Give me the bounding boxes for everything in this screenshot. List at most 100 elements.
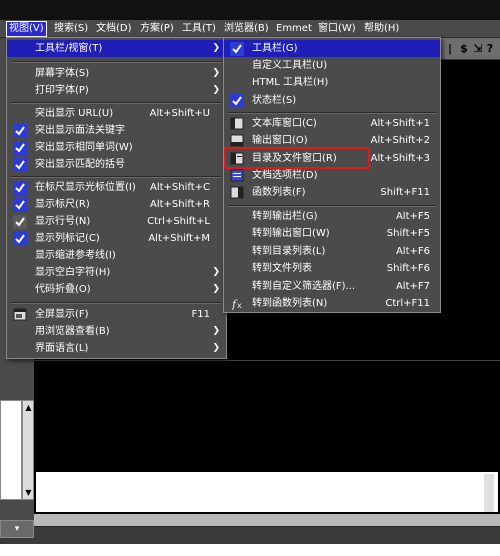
checkmark-icon bbox=[230, 42, 244, 56]
toolbar-item-status-bar[interactable]: 状态栏(S) bbox=[224, 92, 440, 109]
view-menu-item-highlight-syntax[interactable]: 突出显示面法关键字 bbox=[7, 122, 226, 139]
menu-separator bbox=[228, 112, 436, 114]
menu-item-label: 自定义工具栏(U) bbox=[252, 60, 328, 71]
menu-item-label: HTML 工具栏(H) bbox=[252, 77, 329, 88]
toolbar-item-toolbar[interactable]: 工具栏(G) bbox=[224, 40, 440, 57]
menu-item-label: 转到输出窗口(W) bbox=[252, 228, 330, 239]
toolbar-item-goto-function-list[interactable]: fx 转到函数列表(N) Ctrl+F11 bbox=[224, 295, 440, 312]
menu-item-shortcut: Alt+Shift+U bbox=[149, 108, 210, 119]
toolbar-item-goto-output-bar[interactable]: 转到输出栏(G) Alt+F5 bbox=[224, 208, 440, 225]
checkmark-icon bbox=[13, 215, 27, 229]
left-bottom-button[interactable]: ▾ bbox=[0, 520, 34, 538]
cursor-mark-icon[interactable]: | bbox=[444, 42, 456, 56]
menu-item-label: 打印字体(P) bbox=[35, 85, 89, 96]
toolbar-item-html-toolbar[interactable]: HTML 工具栏(H) bbox=[224, 74, 440, 91]
output-scrollbar[interactable] bbox=[484, 474, 494, 512]
menu-item-label: 突出显示匹配的括号 bbox=[35, 159, 125, 170]
menu-item-label: 函数列表(F) bbox=[252, 187, 306, 198]
checkmark-icon bbox=[13, 158, 27, 172]
menu-view[interactable]: 视图(V) bbox=[6, 21, 47, 37]
menu-item-shortcut: F11 bbox=[191, 309, 210, 320]
menu-browser[interactable]: 浏览器(B) bbox=[222, 22, 271, 36]
submenu-arrow-icon: ❯ bbox=[212, 326, 220, 336]
menu-help[interactable]: 帮助(H) bbox=[362, 22, 401, 36]
view-menu-item-highlight-url[interactable]: 突出显示 URL(U) Alt+Shift+U bbox=[7, 105, 226, 122]
menu-item-label: 工具栏/视窗(T) bbox=[35, 43, 103, 54]
view-menu-item-column-marker[interactable]: 显示列标记(C) Alt+Shift+M bbox=[7, 230, 226, 247]
view-menu-item-toolbars[interactable]: 工具栏/视窗(T) ❯ bbox=[7, 40, 226, 57]
menu-item-label: 转到输出栏(G) bbox=[252, 211, 318, 222]
toolbar-item-goto-output-window[interactable]: 转到输出窗口(W) Shift+F5 bbox=[224, 225, 440, 242]
dollar-icon[interactable]: $ bbox=[458, 42, 470, 56]
checkmark-icon bbox=[13, 124, 27, 138]
left-file-list[interactable] bbox=[0, 400, 22, 500]
submenu-arrow-icon: ❯ bbox=[212, 85, 220, 95]
chevron-down-icon: ▾ bbox=[14, 524, 20, 534]
menu-item-label: 突出显示面法关键字 bbox=[35, 125, 125, 136]
horizontal-scrollbar[interactable] bbox=[34, 514, 500, 526]
toolbar-item-goto-file-list[interactable]: 转到文件列表 Shift+F6 bbox=[224, 260, 440, 277]
view-menu-item-highlight-brackets[interactable]: 突出显示匹配的括号 bbox=[7, 156, 226, 173]
scroll-down-icon[interactable]: ▼ bbox=[24, 488, 33, 497]
function-list-icon bbox=[230, 186, 244, 199]
scroll-up-icon[interactable]: ▲ bbox=[24, 403, 33, 412]
view-menu-item-ui-language[interactable]: 界面语言(L) ❯ bbox=[7, 340, 226, 357]
view-menu-item-browser-view[interactable]: 用浏览器查看(B) ❯ bbox=[7, 323, 226, 340]
menu-item-shortcut: Alt+Shift+3 bbox=[370, 153, 430, 164]
menu-item-label: 转到文件列表 bbox=[252, 263, 312, 274]
select-arrow-icon[interactable]: ⇲ bbox=[472, 42, 484, 56]
window-top-strip bbox=[0, 0, 500, 20]
view-menu-item-whitespace[interactable]: 显示空白字符(H) ❯ bbox=[7, 264, 226, 281]
menu-item-label: 转到函数列表(N) bbox=[252, 298, 328, 309]
submenu-arrow-icon: ❯ bbox=[212, 284, 220, 294]
menu-item-label: 在标尺显示光标位置(I) bbox=[35, 182, 136, 193]
toolbar-item-goto-custom-filter[interactable]: 转到自定义筛选器(F)... Alt+F7 bbox=[224, 278, 440, 295]
help-icon[interactable]: ? bbox=[484, 42, 496, 56]
checkmark-icon bbox=[13, 232, 27, 246]
toolbar-item-text-library[interactable]: 文本库窗口(C) Alt+Shift+1 bbox=[224, 115, 440, 132]
view-menu-item-line-numbers[interactable]: 显示行号(N) Ctrl+Shift+L bbox=[7, 213, 226, 230]
menu-item-label: 文本库窗口(C) bbox=[252, 118, 317, 129]
menu-item-shortcut: Shift+F11 bbox=[380, 187, 430, 198]
menu-scheme[interactable]: 方案(P) bbox=[138, 22, 176, 36]
text-library-icon bbox=[230, 117, 244, 130]
menu-separator bbox=[11, 176, 222, 178]
menu-item-label: 界面语言(L) bbox=[35, 343, 89, 354]
menu-search[interactable]: 搜索(S) bbox=[52, 22, 90, 36]
checkmark-icon bbox=[13, 141, 27, 155]
view-menu: 工具栏/视窗(T) ❯ 屏幕字体(S) ❯ 打印字体(P) ❯ 突出显示 URL… bbox=[6, 37, 227, 359]
toolbar-item-document-tabs[interactable]: 文档选项栏(D) bbox=[224, 167, 440, 184]
menu-emmet[interactable]: Emmet bbox=[274, 22, 314, 36]
view-menu-item-highlight-same-words[interactable]: 突出显示相同单词(W) bbox=[7, 139, 226, 156]
menu-item-label: 文档选项栏(D) bbox=[252, 170, 318, 181]
menu-window[interactable]: 窗口(W) bbox=[316, 22, 358, 36]
toolbar-item-goto-directory-list[interactable]: 转到目录列表(L) Alt+F6 bbox=[224, 243, 440, 260]
menu-tools[interactable]: 工具(T) bbox=[180, 22, 218, 36]
checkmark-icon bbox=[13, 181, 27, 195]
menu-item-shortcut: Shift+F6 bbox=[386, 263, 430, 274]
function-goto-icon: fx bbox=[230, 297, 244, 311]
editor-area-top[interactable] bbox=[440, 60, 500, 360]
menu-separator bbox=[228, 205, 436, 207]
submenu-arrow-icon: ❯ bbox=[212, 267, 220, 277]
output-panel[interactable] bbox=[34, 470, 500, 514]
left-scrollbar[interactable]: ▲ ▼ bbox=[22, 400, 34, 500]
submenu-arrow-icon: ❯ bbox=[212, 343, 220, 353]
menu-separator bbox=[11, 302, 222, 304]
view-menu-item-ruler-cursor[interactable]: 在标尺显示光标位置(I) Alt+Shift+C bbox=[7, 179, 226, 196]
toolbar-item-function-list[interactable]: 函数列表(F) Shift+F11 bbox=[224, 184, 440, 201]
view-menu-item-print-font[interactable]: 打印字体(P) ❯ bbox=[7, 82, 226, 99]
view-menu-item-screen-font[interactable]: 屏幕字体(S) ❯ bbox=[7, 65, 226, 82]
view-menu-item-indent-guides[interactable]: 显示缩进参考线(I) bbox=[7, 247, 226, 264]
view-menu-item-show-ruler[interactable]: 显示标尺(R) Alt+Shift+R bbox=[7, 196, 226, 213]
menu-document[interactable]: 文档(D) bbox=[94, 22, 134, 36]
view-menu-item-code-folding[interactable]: 代码折叠(O) ❯ bbox=[7, 281, 226, 298]
status-bar bbox=[0, 526, 500, 544]
view-menu-item-fullscreen[interactable]: 全屏显示(F) F11 bbox=[7, 306, 226, 323]
menu-item-label: 显示标尺(R) bbox=[35, 199, 90, 210]
toolbar-item-custom-toolbar[interactable]: 自定义工具栏(U) bbox=[224, 57, 440, 74]
menu-item-shortcut: Alt+Shift+2 bbox=[370, 135, 430, 146]
editor-area[interactable] bbox=[34, 360, 500, 470]
menu-item-label: 转到目录列表(L) bbox=[252, 246, 326, 257]
menu-item-label: 显示列标记(C) bbox=[35, 233, 100, 244]
